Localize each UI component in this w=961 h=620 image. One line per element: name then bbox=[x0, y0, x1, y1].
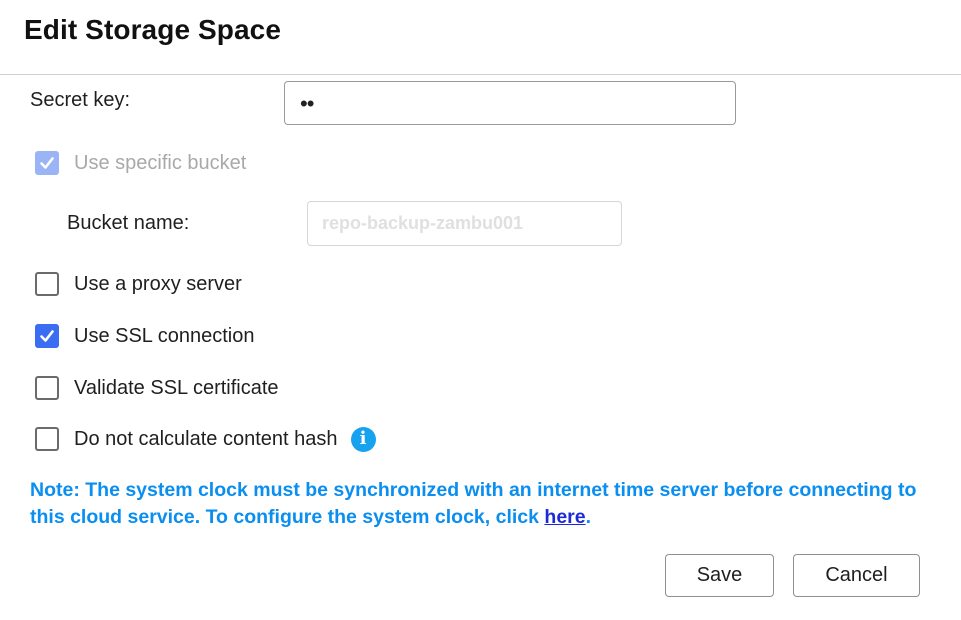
secret-key-input[interactable] bbox=[284, 81, 736, 125]
secret-key-label: Secret key: bbox=[30, 89, 131, 111]
configure-clock-link[interactable]: here bbox=[544, 506, 585, 528]
use-ssl-option[interactable]: Use SSL connection bbox=[35, 323, 254, 349]
save-button[interactable]: Save bbox=[665, 554, 774, 597]
dialog-title: Edit Storage Space bbox=[24, 14, 281, 45]
no-content-hash-label: Do not calculate content hash bbox=[74, 427, 338, 450]
note-text-end: . bbox=[585, 506, 592, 528]
use-specific-bucket-label: Use specific bucket bbox=[74, 151, 247, 174]
cancel-button[interactable]: Cancel bbox=[793, 554, 920, 597]
bucket-name-label: Bucket name: bbox=[67, 212, 190, 234]
use-proxy-label: Use a proxy server bbox=[74, 272, 242, 295]
system-clock-note: Note: The system clock must be synchroni… bbox=[30, 477, 930, 531]
no-content-hash-checkbox[interactable] bbox=[35, 427, 59, 451]
validate-ssl-label: Validate SSL certificate bbox=[74, 376, 279, 399]
info-icon[interactable]: i bbox=[350, 426, 376, 452]
validate-ssl-checkbox[interactable] bbox=[35, 376, 59, 400]
bucket-name-input[interactable] bbox=[307, 201, 622, 246]
use-specific-bucket-checkbox[interactable] bbox=[35, 151, 59, 175]
validate-ssl-option[interactable]: Validate SSL certificate bbox=[35, 375, 279, 401]
use-proxy-checkbox[interactable] bbox=[35, 272, 59, 296]
use-specific-bucket-option[interactable]: Use specific bucket bbox=[35, 150, 246, 176]
no-content-hash-option[interactable]: Do not calculate content hash i bbox=[35, 426, 376, 452]
checkmark-icon bbox=[40, 330, 54, 342]
checkmark-icon bbox=[40, 157, 54, 169]
use-ssl-label: Use SSL connection bbox=[74, 324, 255, 347]
use-ssl-checkbox[interactable] bbox=[35, 324, 59, 348]
use-proxy-option[interactable]: Use a proxy server bbox=[35, 271, 242, 297]
note-text: Note: The system clock must be synchroni… bbox=[30, 479, 917, 528]
title-divider bbox=[0, 74, 961, 75]
